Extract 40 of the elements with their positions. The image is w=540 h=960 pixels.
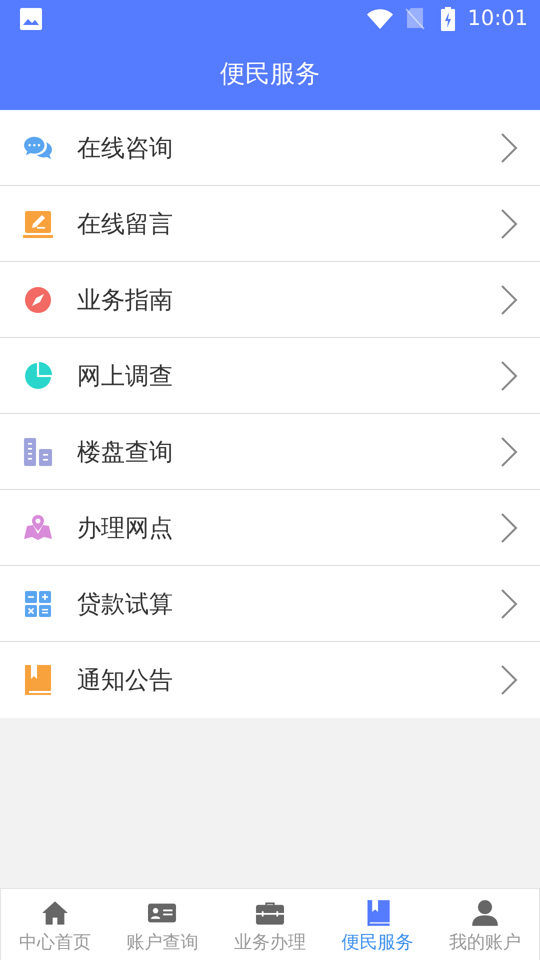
- chevron-right-icon: [500, 284, 518, 314]
- menu-label: 在线咨询: [77, 132, 174, 164]
- menu-label: 网上调查: [77, 360, 174, 392]
- chevron-right-icon: [500, 132, 518, 162]
- book-icon: [23, 665, 53, 695]
- pencil-pad-icon: [23, 210, 53, 238]
- calculator-icon: [23, 590, 53, 616]
- user-icon: [471, 899, 500, 927]
- menu-item[interactable]: 网上调查: [0, 338, 540, 414]
- home-icon: [40, 899, 69, 927]
- menu-item[interactable]: 在线咨询: [0, 110, 540, 186]
- menu-item[interactable]: 贷款试算: [0, 566, 540, 642]
- menu-label: 楼盘查询: [77, 436, 174, 468]
- compass-icon: [23, 286, 53, 314]
- menu-item[interactable]: 通知公告: [0, 642, 540, 718]
- status-time: 10:01: [467, 4, 528, 32]
- menu-item[interactable]: 在线留言: [0, 186, 540, 262]
- chevron-right-icon: [500, 665, 518, 695]
- image-icon: [20, 8, 42, 30]
- no-sim-icon: [405, 8, 426, 30]
- battery-charging-icon: [441, 6, 456, 30]
- menu-label: 业务指南: [77, 284, 174, 316]
- wifi-icon: [367, 8, 394, 28]
- chevron-right-icon: [500, 360, 518, 390]
- menu-label: 办理网点: [77, 512, 174, 544]
- menu-item[interactable]: 办理网点: [0, 490, 540, 566]
- chevron-right-icon: [500, 588, 518, 618]
- map-pin-icon: [23, 514, 53, 540]
- menu-label: 贷款试算: [77, 588, 174, 620]
- chat-bubbles-icon: [23, 134, 53, 160]
- menu-label: 通知公告: [77, 665, 174, 696]
- menu-label: 在线留言: [77, 208, 174, 240]
- chevron-right-icon: [500, 512, 518, 542]
- pie-chart-icon: [23, 362, 53, 390]
- menu-item[interactable]: 业务指南: [0, 262, 540, 338]
- menu-item[interactable]: 楼盘查询: [0, 414, 540, 490]
- chevron-right-icon: [500, 436, 518, 466]
- page-title: 便民服务: [220, 58, 320, 90]
- chevron-right-icon: [500, 208, 518, 238]
- buildings-icon: [23, 438, 53, 466]
